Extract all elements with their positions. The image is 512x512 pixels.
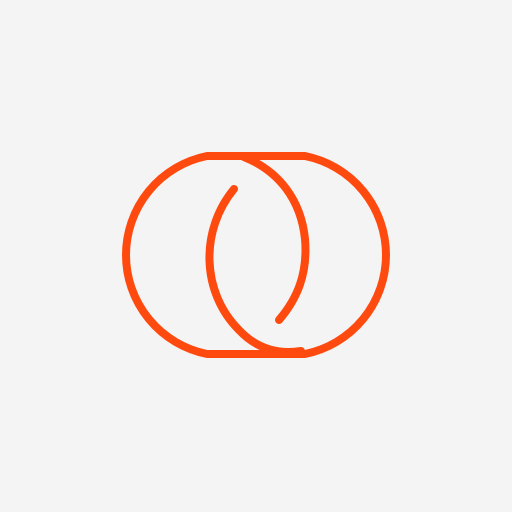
logo-outline [122, 152, 390, 358]
logo-inner-curve [205, 185, 305, 356]
toggle-logo-icon [122, 152, 390, 358]
app-icon-canvas [0, 0, 512, 512]
